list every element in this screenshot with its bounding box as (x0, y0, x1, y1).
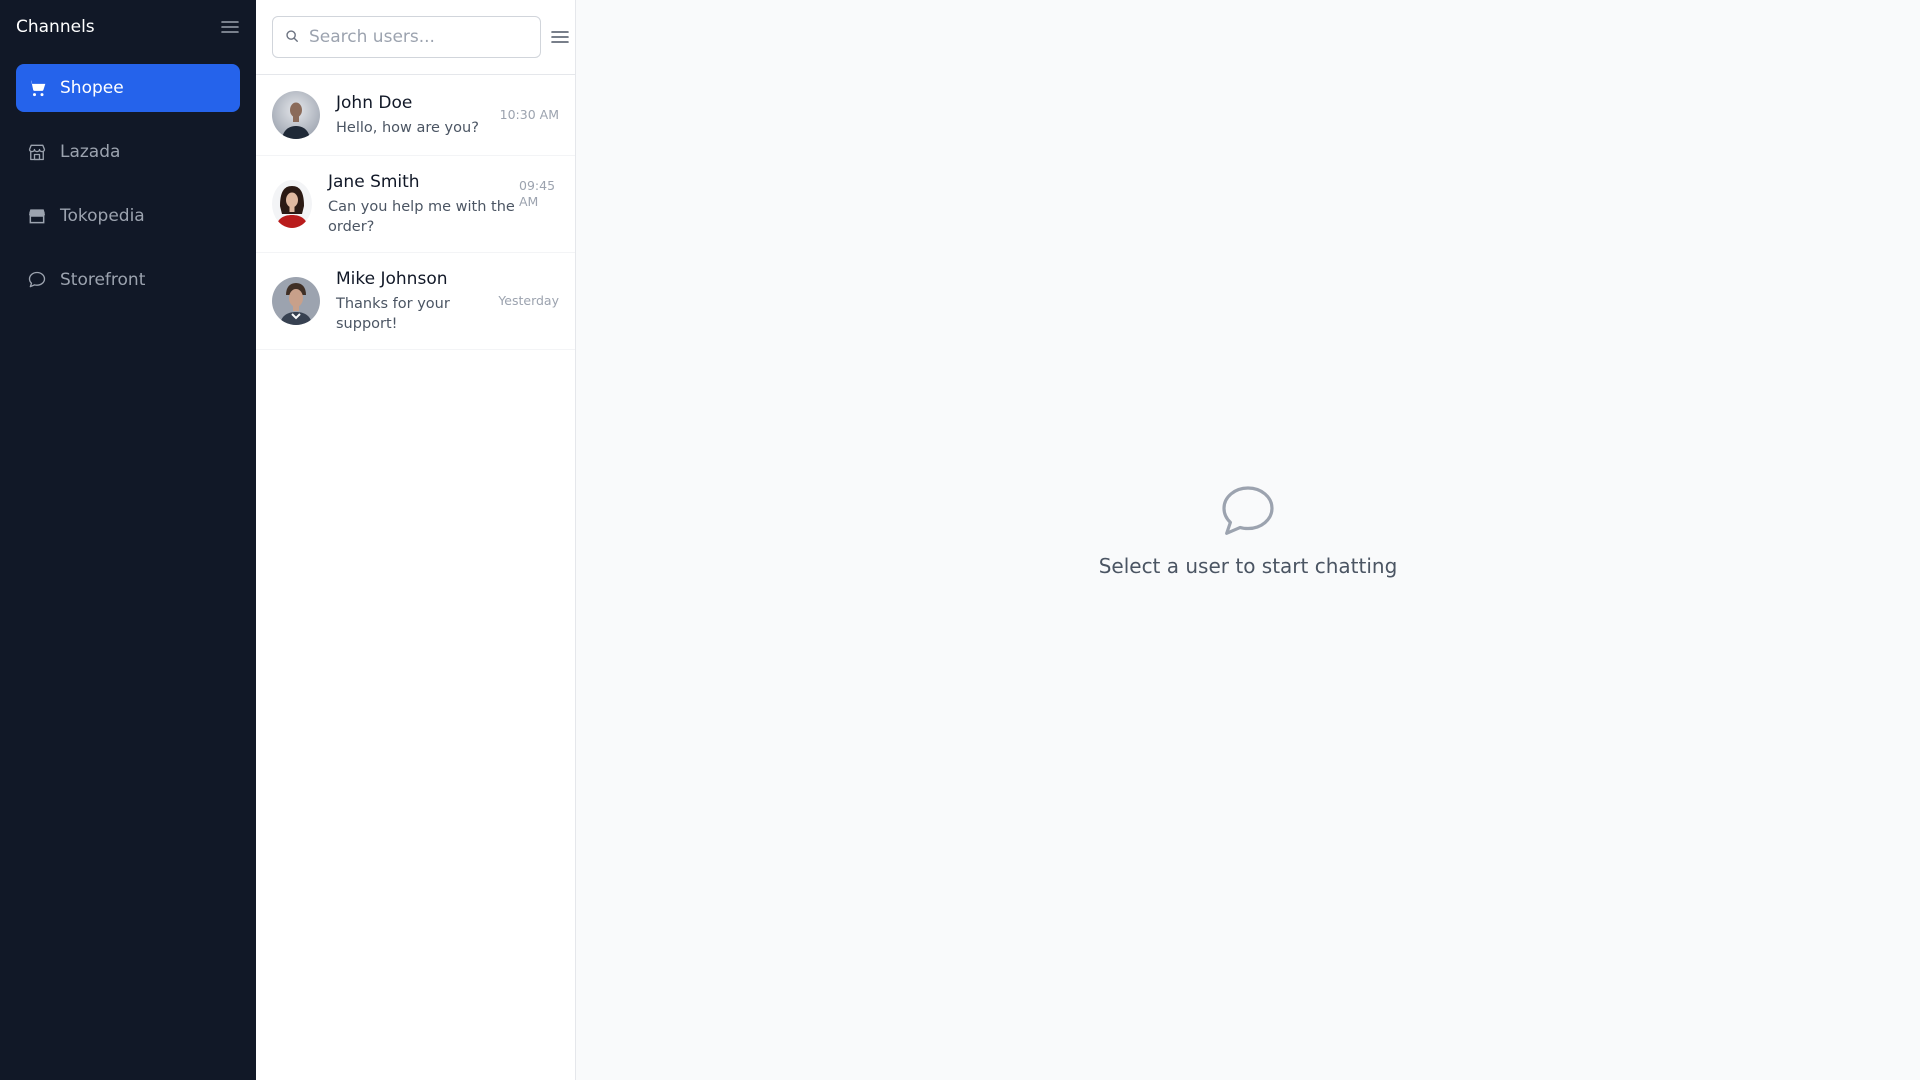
search-icon (285, 28, 299, 47)
sidebar-title: Channels (16, 17, 95, 37)
sidebar-item-label: Shopee (60, 78, 124, 98)
search-box[interactable] (272, 16, 541, 58)
avatar (272, 277, 320, 325)
sidebar-header: Channels (0, 0, 256, 54)
user-name: John Doe (336, 92, 413, 113)
sidebar-item-lazada[interactable]: Lazada (16, 128, 240, 176)
sidebar-item-label: Storefront (60, 270, 146, 290)
user-name: Mike Johnson (336, 268, 448, 289)
user-name: Jane Smith (328, 171, 420, 192)
sidebar-item-storefront[interactable]: Storefront (16, 256, 240, 304)
sidebar-item-tokopedia[interactable]: Tokopedia (16, 192, 240, 240)
empty-state: Select a user to start chatting (1098, 480, 1398, 578)
store-icon (26, 141, 48, 163)
chat-bubble-icon (1216, 480, 1280, 544)
message-time: Yesterday (498, 293, 559, 308)
empty-state-text: Select a user to start chatting (1098, 554, 1398, 578)
user-list-item[interactable]: Jane Smith Can you help me with the orde… (256, 156, 575, 253)
hamburger-icon[interactable] (220, 17, 240, 37)
avatar (272, 91, 320, 139)
avatar (272, 180, 312, 228)
user-last-message: Can you help me with the order? (328, 198, 515, 235)
message-time: 09:45 AM (519, 178, 556, 209)
search-input[interactable] (309, 27, 528, 47)
list-menu-icon[interactable] (551, 26, 569, 48)
sidebar-item-shopee[interactable]: Shopee (16, 64, 240, 112)
channels-sidebar: Channels Shopee Lazada Tokopedia Storefr… (0, 0, 256, 1080)
chat-main-area: Select a user to start chatting (576, 0, 1920, 1080)
user-list-item[interactable]: John Doe Hello, how are you? 10:30 AM (256, 75, 575, 156)
sidebar-item-label: Tokopedia (60, 206, 145, 226)
user-info: Jane Smith Can you help me with the orde… (328, 172, 519, 237)
user-list-header (256, 0, 575, 75)
sidebar-item-label: Lazada (60, 142, 121, 162)
user-last-message: Hello, how are you? (336, 119, 479, 136)
cart-icon (26, 77, 48, 99)
message-time: 10:30 AM (499, 107, 559, 122)
user-list-item[interactable]: Mike Johnson Thanks for your support! Ye… (256, 253, 575, 350)
app-root: Channels Shopee Lazada Tokopedia Storefr… (0, 0, 1920, 1080)
chat-bubble-icon (26, 269, 48, 291)
shop-icon (26, 205, 48, 227)
channel-nav: Shopee Lazada Tokopedia Storefront (0, 54, 256, 330)
user-last-message: Thanks for your support! (336, 295, 450, 332)
user-info: Mike Johnson Thanks for your support! (336, 269, 498, 334)
user-list-panel: John Doe Hello, how are you? 10:30 AM Ja… (256, 0, 576, 1080)
user-info: John Doe Hello, how are you? (336, 93, 500, 138)
